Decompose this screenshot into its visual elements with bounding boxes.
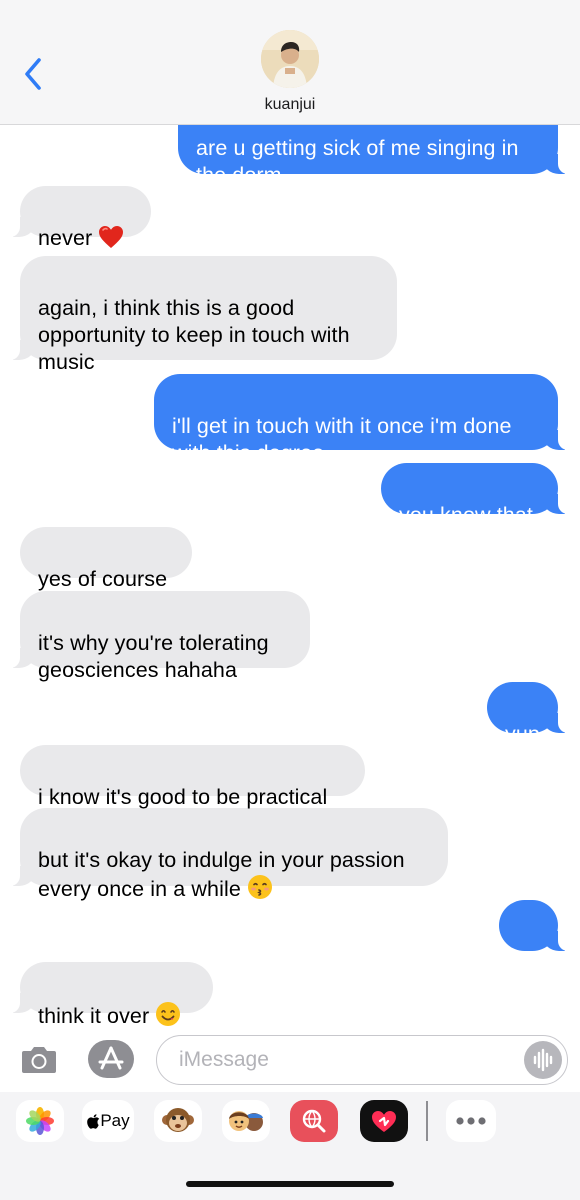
apple-pay-app-button[interactable]: Pay [82,1100,134,1142]
more-apps-button[interactable] [446,1100,496,1142]
contact-photo-icon [261,30,319,88]
digital-touch-app-button[interactable] [360,1100,408,1142]
message-text: think it over [38,1004,150,1028]
apple-pay-label: Pay [100,1111,130,1130]
message-text: but it's okay to indulge in your passion… [38,848,405,901]
message-bubble-incoming[interactable]: again, i think this is a good opportunit… [10,256,397,374]
chevron-left-icon [25,58,41,90]
avatar[interactable] [261,30,319,88]
kissing-face-icon [247,875,272,899]
home-indicator[interactable] [186,1181,394,1187]
photos-app-button[interactable] [16,1100,64,1142]
message-bubble-outgoing[interactable]: yup [487,682,568,746]
apple-logo-icon [87,1113,100,1129]
message-bubble-outgoing[interactable]: .... [499,900,568,964]
message-text: .... [516,940,541,964]
drawer-divider [426,1101,428,1141]
waveform-icon [533,1048,553,1072]
message-bubble-outgoing[interactable]: you know that [381,463,568,527]
memoji-app-button[interactable] [222,1100,270,1142]
heart-touch-icon [372,1111,396,1132]
monkey-icon [162,1108,194,1132]
message-bubble-incoming[interactable]: yes of course [20,527,192,591]
animoji-app-button[interactable] [154,1100,202,1142]
memoji-stickers-icon [229,1111,263,1131]
app-store-icon [98,1046,124,1070]
message-text: are u getting sick of me singing in the … [196,136,519,187]
message-text: it's why you're tolerating geosciences h… [38,631,269,682]
red-heart-icon [99,226,124,248]
message-text: you know that [399,503,533,527]
message-text: i'll get in touch with it once i'm done … [172,414,512,465]
photos-icon [26,1107,54,1135]
image-search-app-button[interactable] [290,1100,338,1142]
message-bubble-incoming[interactable]: i know it's good to be practical [20,745,365,809]
message-bubble-incoming[interactable]: think it over [10,962,213,1028]
globe-search-icon [302,1109,326,1133]
imessage-input[interactable] [156,1035,568,1085]
message-text: yes of course [38,567,168,591]
back-button[interactable] [18,54,48,94]
camera-icon [22,1047,56,1073]
message-bubble-incoming[interactable]: but it's okay to indulge in your passion… [10,808,448,901]
message-bubble-incoming[interactable]: never [10,186,151,250]
message-bubble-outgoing[interactable]: i'll get in touch with it once i'm done … [154,374,568,465]
message-thread[interactable]: are u getting sick of me singing in the … [0,0,580,1030]
message-bubble-incoming[interactable]: it's why you're tolerating geosciences h… [10,591,310,682]
message-text: never [38,226,93,250]
ellipsis-icon [456,1117,486,1125]
camera-button[interactable] [20,1043,58,1075]
app-store-button[interactable] [88,1040,134,1078]
conversation-header: kuanjui [0,0,580,125]
message-text: again, i think this is a good opportunit… [38,296,350,374]
contact-name[interactable]: kuanjui [0,96,580,114]
audio-message-button[interactable] [524,1041,562,1079]
message-text: yup [505,722,540,746]
smiling-face-icon [156,1002,181,1026]
message-text: i know it's good to be practical [38,785,328,809]
